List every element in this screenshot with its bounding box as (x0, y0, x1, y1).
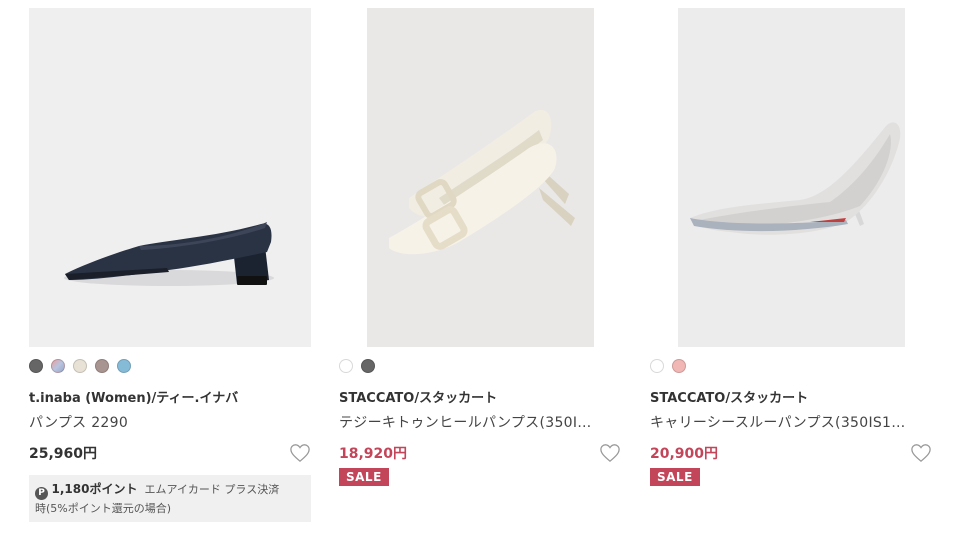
points-note: エムアイカード プラス決済 (144, 483, 280, 496)
color-swatches (339, 358, 621, 374)
color-swatch[interactable] (73, 359, 87, 373)
color-swatch[interactable] (672, 359, 686, 373)
product-card[interactable]: t.inaba (Women)/ティー.イナバ パンプス 2290 25,960… (29, 8, 311, 522)
sale-badge: SALE (650, 468, 700, 486)
points-icon: P (35, 487, 48, 500)
sale-badge: SALE (339, 468, 389, 486)
product-name[interactable]: キャリーシースルーパンプス(350IS1… (650, 412, 932, 432)
points-value: 1,180ポイント (51, 482, 138, 496)
color-swatches (29, 358, 311, 374)
price: 25,960円 (29, 446, 98, 462)
color-swatch[interactable] (51, 359, 65, 373)
product-name[interactable]: パンプス 2290 (29, 412, 311, 432)
heart-outline-icon[interactable] (599, 443, 621, 463)
color-swatch[interactable] (95, 359, 109, 373)
color-swatch[interactable] (650, 359, 664, 373)
color-swatch[interactable] (361, 359, 375, 373)
points-note: 時(5%ポイント還元の場合) (35, 502, 172, 515)
brand-name[interactable]: STACCATO/スタッカート (339, 387, 621, 406)
product-grid: t.inaba (Women)/ティー.イナバ パンプス 2290 25,960… (0, 0, 960, 533)
color-swatch[interactable] (117, 359, 131, 373)
product-card[interactable]: STACCATO/スタッカート テジーキトゥンヒールパンプス(350I… 18,… (339, 8, 621, 486)
price: 20,900円 (650, 446, 719, 462)
color-swatch[interactable] (29, 359, 43, 373)
product-name[interactable]: テジーキトゥンヒールパンプス(350I… (339, 412, 621, 432)
product-image[interactable] (29, 8, 311, 347)
product-image[interactable] (650, 8, 932, 347)
color-swatch[interactable] (339, 359, 353, 373)
color-swatches (650, 358, 932, 374)
price: 18,920円 (339, 446, 408, 462)
brand-name[interactable]: STACCATO/スタッカート (650, 387, 932, 406)
heart-outline-icon[interactable] (289, 443, 311, 463)
heart-outline-icon[interactable] (910, 443, 932, 463)
brand-name[interactable]: t.inaba (Women)/ティー.イナバ (29, 387, 311, 406)
product-image[interactable] (339, 8, 621, 347)
product-card[interactable]: STACCATO/スタッカート キャリーシースルーパンプス(350IS1… 20… (650, 8, 932, 486)
points-info: P 1,180ポイント エムアイカード プラス決済 時(5%ポイント還元の場合) (29, 475, 311, 522)
